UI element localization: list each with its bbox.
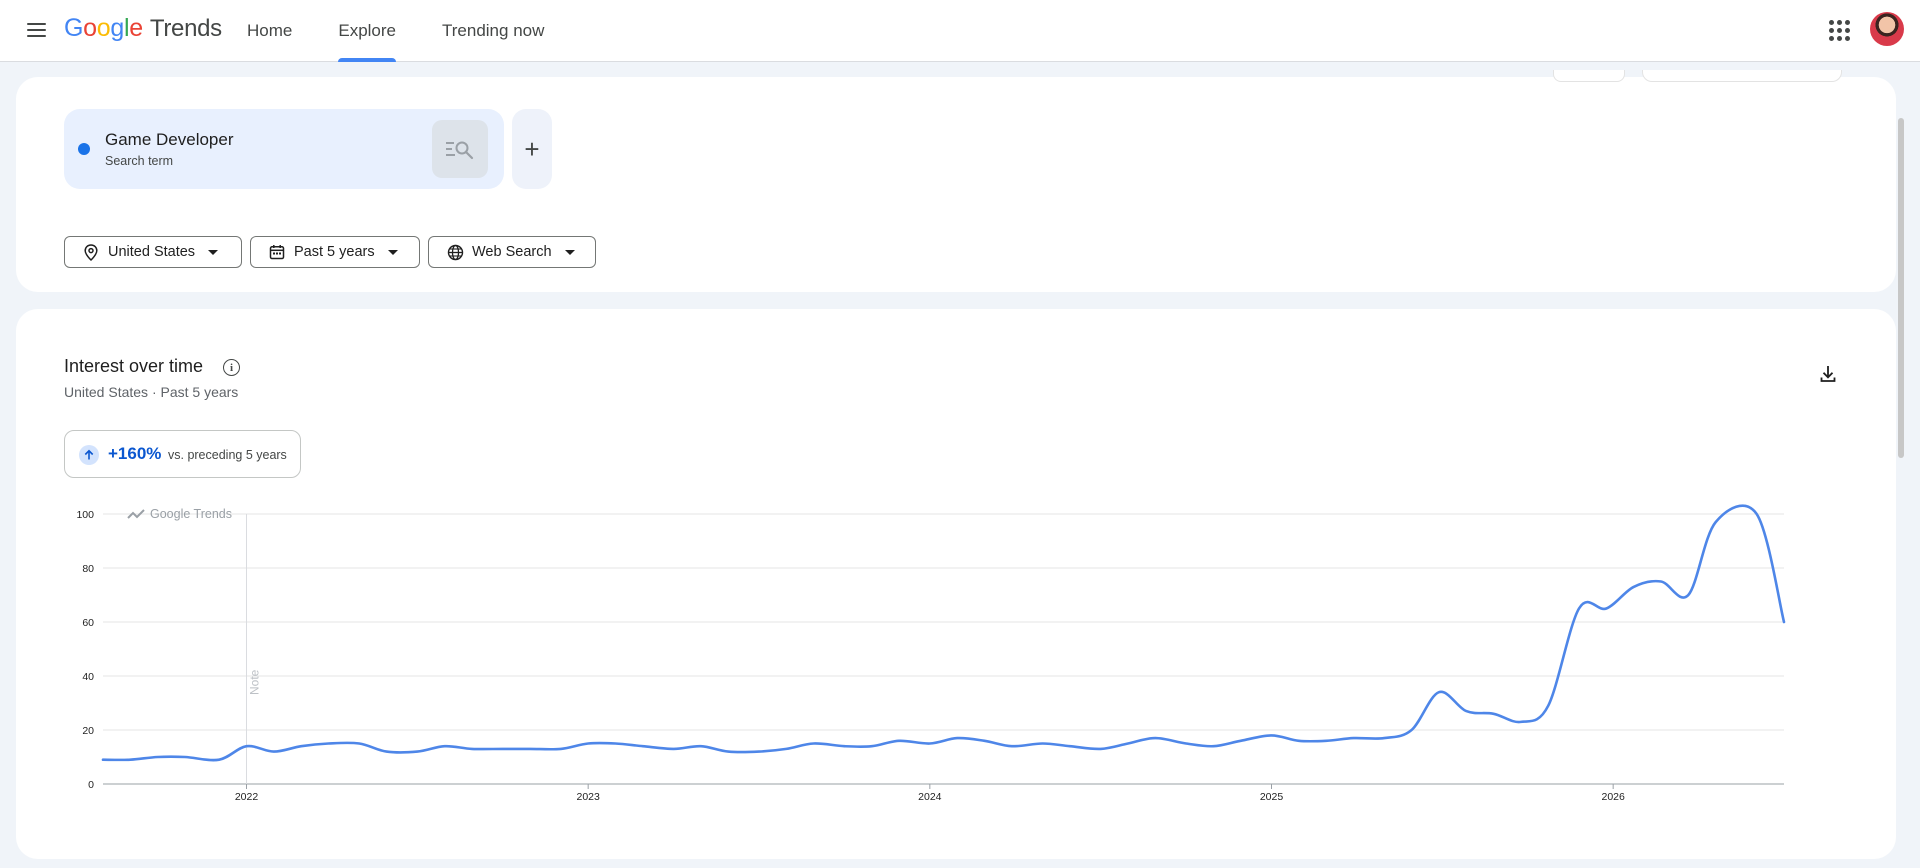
series-line (101, 504, 1786, 762)
y-tick-label: 40 (82, 671, 94, 683)
interest-line-chart[interactable]: 0 20 40 60 80 100 Note Google Trends 2022 2023 202… (0, 0, 1920, 868)
y-tick-label: 20 (82, 725, 94, 737)
y-tick-label: 100 (76, 509, 94, 521)
y-tick-label: 60 (82, 617, 94, 629)
note-marker-label: Note (248, 669, 262, 695)
x-tick-label: 2023 (576, 791, 600, 803)
page-scrollbar[interactable] (1898, 118, 1904, 458)
x-tick-label: 2022 (235, 791, 259, 803)
x-tick-label: 2024 (918, 791, 942, 803)
google-trends-watermark: Google Trends (150, 507, 232, 521)
x-tick-label: 2025 (1260, 791, 1284, 803)
y-tick-label: 80 (82, 563, 94, 575)
y-tick-label: 0 (88, 779, 94, 791)
x-tick-label: 2026 (1601, 791, 1625, 803)
